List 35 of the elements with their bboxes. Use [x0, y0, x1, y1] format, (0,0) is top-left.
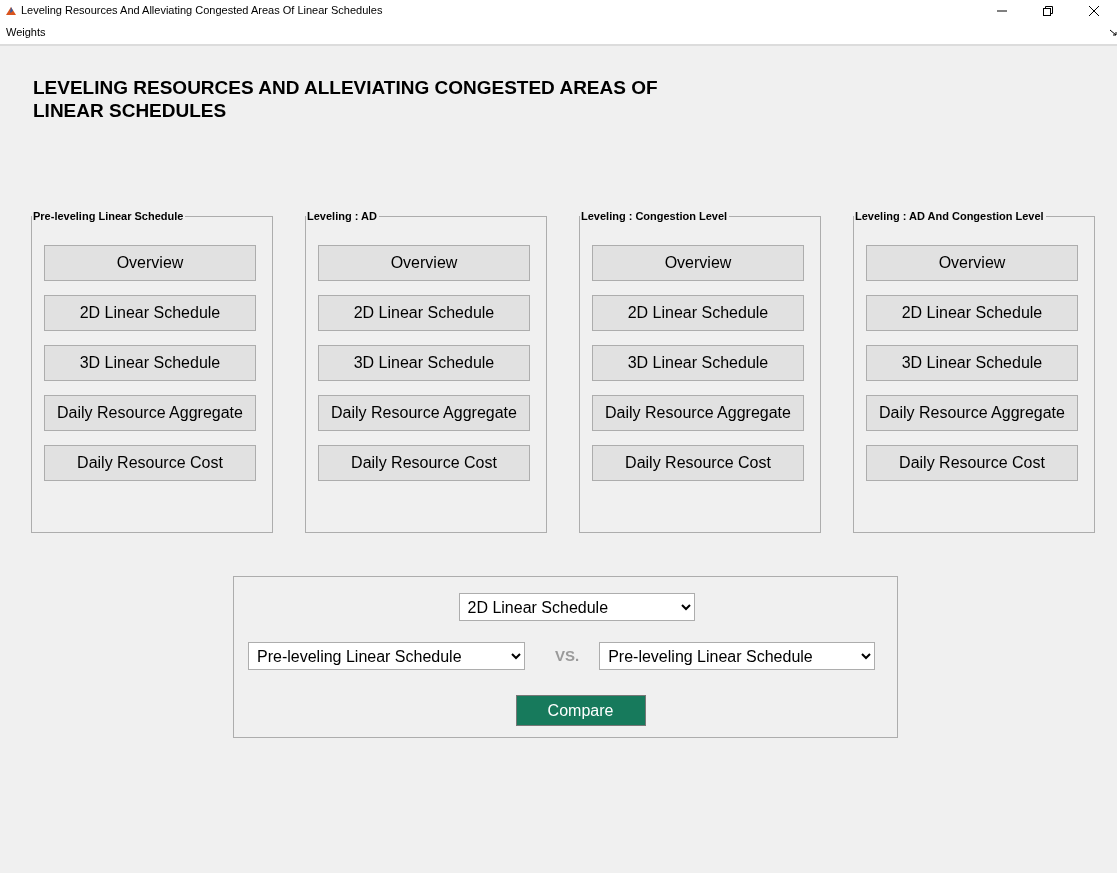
view-button[interactable]: Overview	[866, 245, 1078, 281]
schedule-dropdown[interactable]: Pre-leveling Linear Schedule	[599, 642, 876, 670]
panel-title: Leveling : AD And Congestion Level	[854, 209, 1045, 223]
panel-title: Leveling : Congestion Level	[580, 209, 729, 223]
view-dropdown[interactable]: 2D Linear Schedule	[458, 593, 695, 621]
view-button[interactable]: Daily Resource Aggregate	[318, 395, 530, 431]
view-button[interactable]: 3D Linear Schedule	[318, 345, 530, 381]
view-button[interactable]: 3D Linear Schedule	[866, 345, 1078, 381]
schedule-dropdown[interactable]: Pre-leveling Linear Schedule	[248, 642, 525, 670]
view-button[interactable]: Overview	[318, 245, 530, 281]
arrow-icon[interactable]	[1110, 29, 1117, 36]
view-button[interactable]: 3D Linear Schedule	[44, 345, 256, 381]
close-icon[interactable]	[1089, 5, 1099, 16]
vs-label: VS.	[555, 645, 580, 666]
view-button[interactable]: 2D Linear Schedule	[318, 295, 530, 331]
view-button[interactable]: Daily Resource Cost	[592, 445, 804, 481]
restore-icon[interactable]	[1043, 5, 1053, 16]
view-button[interactable]: Daily Resource Aggregate	[866, 395, 1078, 431]
compare-button[interactable]: Compare	[515, 695, 646, 726]
menu-item[interactable]: Weights	[4, 24, 48, 41]
view-button[interactable]: Overview	[44, 245, 256, 281]
view-button[interactable]: Overview	[592, 245, 804, 281]
view-button[interactable]: 2D Linear Schedule	[44, 295, 256, 331]
panel-title: Leveling : AD	[306, 209, 378, 223]
view-button[interactable]: Daily Resource Cost	[44, 445, 256, 481]
view-button[interactable]: Daily Resource Aggregate	[592, 395, 804, 431]
page-heading: LEVELING RESOURCES AND ALLEVIATING CONGESTED AREAS OF LINEAR SCHEDULES	[33, 76, 659, 122]
view-button[interactable]: 3D Linear Schedule	[592, 345, 804, 381]
panel-title: Pre-leveling Linear Schedule	[32, 209, 185, 223]
view-button[interactable]: Daily Resource Cost	[318, 445, 530, 481]
view-button[interactable]: Daily Resource Aggregate	[44, 395, 256, 431]
view-button[interactable]: 2D Linear Schedule	[866, 295, 1078, 331]
window-title: Leveling Resources And Alleviating Congested Areas Of Linear Schedules	[21, 3, 383, 19]
view-button[interactable]: Daily Resource Cost	[866, 445, 1078, 481]
view-button[interactable]: 2D Linear Schedule	[592, 295, 804, 331]
